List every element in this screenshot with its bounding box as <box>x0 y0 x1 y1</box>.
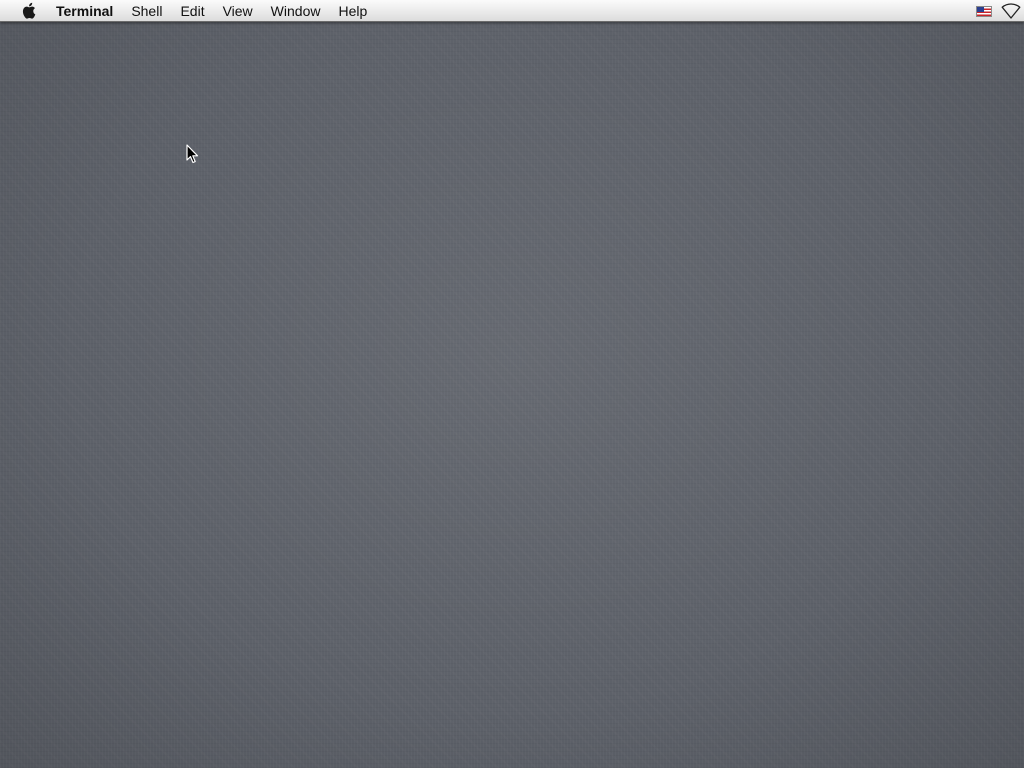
menu-shell[interactable]: Shell <box>122 0 171 22</box>
status-menu-area <box>976 0 1024 22</box>
us-flag-input-source-icon[interactable] <box>976 5 992 17</box>
menu-edit[interactable]: Edit <box>171 0 213 22</box>
arrow-cursor-icon <box>186 144 200 164</box>
menu-bar: Terminal Shell Edit View Window Help <box>0 0 1024 22</box>
menu-view[interactable]: View <box>214 0 262 22</box>
wifi-icon[interactable] <box>1000 2 1022 20</box>
apple-logo-icon[interactable] <box>19 2 37 20</box>
menu-app-terminal[interactable]: Terminal <box>47 0 122 22</box>
menu-window[interactable]: Window <box>262 0 330 22</box>
desktop-wallpaper[interactable] <box>0 22 1024 768</box>
menu-help[interactable]: Help <box>329 0 376 22</box>
